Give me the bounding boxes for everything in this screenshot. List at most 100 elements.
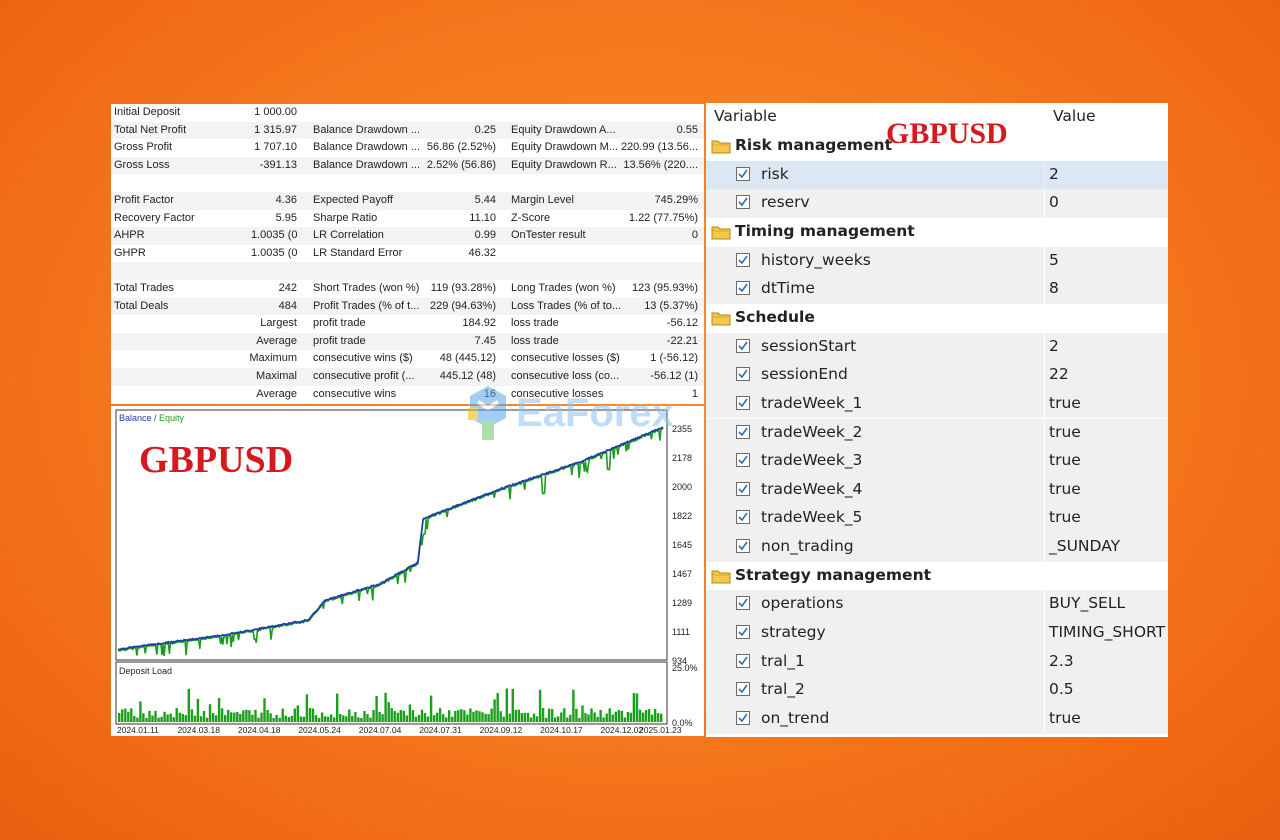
param-value[interactable]: _SUNDAY [1049, 537, 1120, 555]
stats-cell: consecutive losses ($) [511, 352, 620, 365]
y-tick-label: 25.0% [672, 663, 698, 673]
param-name: risk [761, 164, 789, 183]
param-value[interactable]: 2 [1049, 337, 1059, 355]
deposit-load-bar [544, 717, 548, 722]
deposit-load-bar [287, 717, 290, 722]
checkbox-icon[interactable] [736, 281, 750, 296]
stats-cell: Total Net Profit [114, 123, 187, 136]
stats-cell: 0.55 [676, 123, 698, 136]
deposit-load-bar [166, 714, 169, 722]
param-value[interactable]: 5 [1049, 251, 1059, 269]
x-tick-label: 2024.12.02 [601, 725, 644, 735]
deposit-load-bar [650, 714, 654, 722]
checkbox-icon[interactable] [736, 338, 750, 353]
stats-cell: Loss Trades (% of to... [511, 299, 622, 312]
x-tick-label: 2024.07.04 [359, 725, 402, 735]
param-value[interactable]: true [1049, 394, 1081, 412]
param-row-tradeweek_4[interactable]: tradeWeek_4 true [706, 475, 1168, 506]
checkbox-icon[interactable] [736, 711, 750, 725]
stats-cell: Initial Deposit [114, 106, 181, 118]
stats-row [111, 262, 704, 280]
checkbox-icon[interactable] [736, 539, 750, 554]
checkbox-icon[interactable] [736, 481, 750, 496]
checkbox-icon[interactable] [736, 682, 750, 697]
param-value[interactable]: true [1049, 480, 1081, 498]
checkbox-icon[interactable] [736, 453, 750, 468]
deposit-load-bar [308, 708, 312, 722]
param-value[interactable]: TIMING_SHORT [1049, 623, 1165, 641]
param-row-on_trend[interactable]: on_trend true [706, 705, 1168, 735]
checkbox-icon[interactable] [736, 195, 750, 210]
param-row-non_trading[interactable]: non_trading _SUNDAY [706, 533, 1168, 563]
param-row-sessionstart[interactable]: sessionStart 2 [706, 332, 1168, 363]
deposit-load-bar [284, 715, 287, 722]
stats-row: GHPR 1.0035 (0.35%) LR Standard Error 46.32 [111, 245, 704, 263]
deposit-load-bar [187, 688, 190, 722]
checkbox-icon[interactable] [736, 625, 750, 640]
param-value[interactable]: BUY_SELL [1049, 594, 1125, 612]
param-value[interactable]: true [1049, 709, 1081, 727]
param-name: reserv [761, 193, 810, 212]
param-value[interactable]: 0 [1049, 193, 1059, 211]
folder-icon [711, 140, 731, 154]
checkbox-icon[interactable] [736, 252, 750, 267]
deposit-load-bar [342, 715, 345, 722]
folder-icon [711, 226, 731, 240]
checkbox-icon[interactable] [736, 367, 750, 382]
param-value[interactable]: 2 [1049, 165, 1059, 183]
checkbox-icon[interactable] [736, 510, 750, 525]
checkbox-icon[interactable] [736, 596, 750, 611]
param-value[interactable]: true [1049, 508, 1081, 526]
deposit-load-bar [118, 713, 121, 722]
stats-row: Largest profit trade 184.92 loss trade -56.1… [111, 315, 704, 333]
param-row-tradeweek_5[interactable]: tradeWeek_5 true [706, 504, 1168, 535]
deposit-load-bar [275, 715, 278, 722]
param-value[interactable]: 0.5 [1049, 680, 1074, 698]
checkbox-icon[interactable] [736, 424, 750, 439]
param-group-strategy-management[interactable]: Strategy management [706, 561, 1168, 592]
deposit-load-bar [317, 717, 321, 722]
deposit-load-bar [193, 715, 197, 722]
param-row-tradeweek_2[interactable]: tradeWeek_2 true [706, 418, 1168, 449]
stats-row: Total Trades 242 Short Trades (won %) 119 (… [111, 280, 704, 298]
param-row-operations[interactable]: operations BUY_SELL [706, 590, 1168, 620]
deposit-load-bar [233, 712, 236, 722]
deposit-load-bar [160, 716, 163, 722]
param-row-reserv[interactable]: reserv 0 [706, 189, 1168, 219]
param-row-tral_2[interactable]: tral_2 0.5 [706, 676, 1168, 706]
param-name: tradeWeek_4 [761, 479, 863, 498]
param-row-history_weeks[interactable]: history_weeks 5 [706, 246, 1168, 277]
checkbox-icon[interactable] [736, 166, 750, 181]
param-name: history_weeks [761, 250, 871, 269]
param-row-tradeweek_3[interactable]: tradeWeek_3 true [706, 447, 1168, 477]
stats-cell: 1.0035 (0.35%) [251, 246, 297, 259]
stats-row [111, 174, 704, 192]
param-value[interactable]: 2.3 [1049, 652, 1074, 670]
param-value[interactable]: true [1049, 423, 1081, 441]
param-value[interactable]: 22 [1049, 365, 1069, 383]
param-row-sessionend[interactable]: sessionEnd 22 [706, 361, 1168, 391]
deposit-load-bar [448, 710, 451, 722]
param-group-schedule[interactable]: Schedule [706, 303, 1168, 334]
deposit-load-bar [314, 715, 318, 722]
x-tick-label: 2024.09.12 [480, 725, 523, 735]
param-row-strategy[interactable]: strategy TIMING_SHORT [706, 619, 1168, 649]
deposit-load-bar [656, 713, 660, 722]
deposit-load-bar [172, 717, 175, 722]
deposit-load-bar [154, 710, 157, 722]
param-row-tral_1[interactable]: tral_1 2.3 [706, 647, 1168, 678]
stats-cell: loss trade [511, 334, 559, 347]
param-value[interactable]: 8 [1049, 279, 1059, 297]
param-row-risk[interactable]: risk 2 [706, 160, 1168, 191]
param-row-tradeweek_1[interactable]: tradeWeek_1 true [706, 389, 1168, 420]
param-value[interactable]: true [1049, 451, 1081, 469]
stats-cell: Balance Drawdown ... [313, 158, 420, 171]
checkbox-icon[interactable] [736, 395, 750, 410]
checkbox-icon[interactable] [736, 653, 750, 668]
folder-icon [711, 312, 731, 326]
param-name: tradeWeek_2 [761, 422, 863, 441]
param-group-timing-management[interactable]: Timing management [706, 217, 1168, 248]
stats-cell: 13.56% (220.... [623, 158, 698, 171]
param-row-dttime[interactable]: dtTime 8 [706, 275, 1168, 305]
param-name: tradeWeek_5 [761, 508, 863, 527]
